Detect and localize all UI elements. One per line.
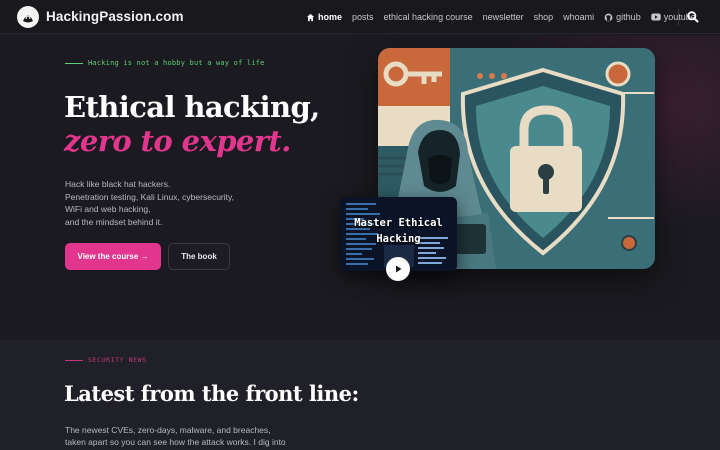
nav-label-course: ethical hacking course — [383, 12, 473, 22]
news-description-line: The newest CVEs, zero-days, malware, and… — [65, 425, 271, 435]
eyebrow-text: Hacking is not a hobby but a way of life — [88, 59, 265, 67]
view-course-button[interactable]: View the course → — [65, 243, 161, 270]
news-description-line: taken apart so you can see how the attac… — [65, 437, 286, 448]
play-video-button[interactable] — [386, 257, 410, 281]
hero-title: Ethical hacking, — [64, 90, 320, 124]
hero-eyebrow: Hacking is not a hobby but a way of life — [65, 59, 265, 67]
nav-label-home: home — [318, 12, 343, 22]
main-nav: home posts ethical hacking course newsle… — [306, 0, 706, 34]
news-eyebrow-line — [65, 359, 83, 361]
hero-description: Hack like black hat hackers. Penetration… — [65, 178, 305, 228]
hero-description-line: WiFi and web hacking, — [65, 204, 151, 214]
nav-divider — [678, 9, 679, 25]
video-title: Master Ethical Hacking — [340, 215, 457, 247]
youtube-icon — [651, 13, 661, 21]
top-navigation-bar: HackingPassion.com home posts ethical ha… — [0, 0, 720, 34]
news-eyebrow-text: SECURITY NEWS — [88, 356, 147, 364]
nav-item-whoami[interactable]: whoami — [563, 12, 594, 22]
nav-label-whoami: whoami — [563, 12, 595, 22]
hacker-mask-icon — [17, 5, 39, 28]
hero-description-line: and the mindset behind it. — [65, 216, 163, 227]
nav-item-posts[interactable]: posts — [352, 12, 374, 22]
news-title: Latest from the front line: — [64, 381, 359, 406]
video-title-line: Master Ethical — [354, 217, 443, 229]
site-logo-link[interactable]: HackingPassion.com — [17, 5, 184, 28]
play-icon — [396, 265, 402, 273]
search-icon — [687, 11, 699, 23]
nav-label-newsletter: newsletter — [482, 12, 524, 22]
hero-title-accent: zero to expert. — [64, 124, 291, 158]
hero-description-line: Penetration testing, Kali Linux, cyberse… — [65, 191, 234, 202]
nav-item-github[interactable]: github — [604, 12, 641, 22]
video-title-line: Hacking — [376, 233, 421, 245]
site-name: HackingPassion.com — [46, 9, 184, 24]
home-icon — [306, 13, 315, 21]
search-button[interactable] — [686, 10, 700, 24]
hero-section: Hacking is not a hobby but a way of life… — [0, 35, 720, 340]
nav-label-github: github — [616, 12, 641, 22]
the-book-button[interactable]: The book — [168, 243, 230, 270]
github-icon — [604, 13, 613, 21]
eyebrow-line — [65, 62, 83, 64]
hero-description-line: Hack like black hat hackers. — [65, 179, 171, 189]
security-news-section: SECURITY NEWS Latest from the front line… — [0, 340, 720, 450]
nav-item-ethical-hacking-course[interactable]: ethical hacking course — [384, 12, 473, 22]
nav-item-shop[interactable]: shop — [534, 12, 554, 22]
news-description: The newest CVEs, zero-days, malware, and… — [65, 424, 305, 449]
nav-label-posts: posts — [352, 12, 374, 22]
nav-label-shop: shop — [533, 12, 554, 22]
nav-item-newsletter[interactable]: newsletter — [483, 12, 524, 22]
news-eyebrow: SECURITY NEWS — [65, 356, 147, 364]
nav-item-home[interactable]: home — [306, 12, 342, 22]
